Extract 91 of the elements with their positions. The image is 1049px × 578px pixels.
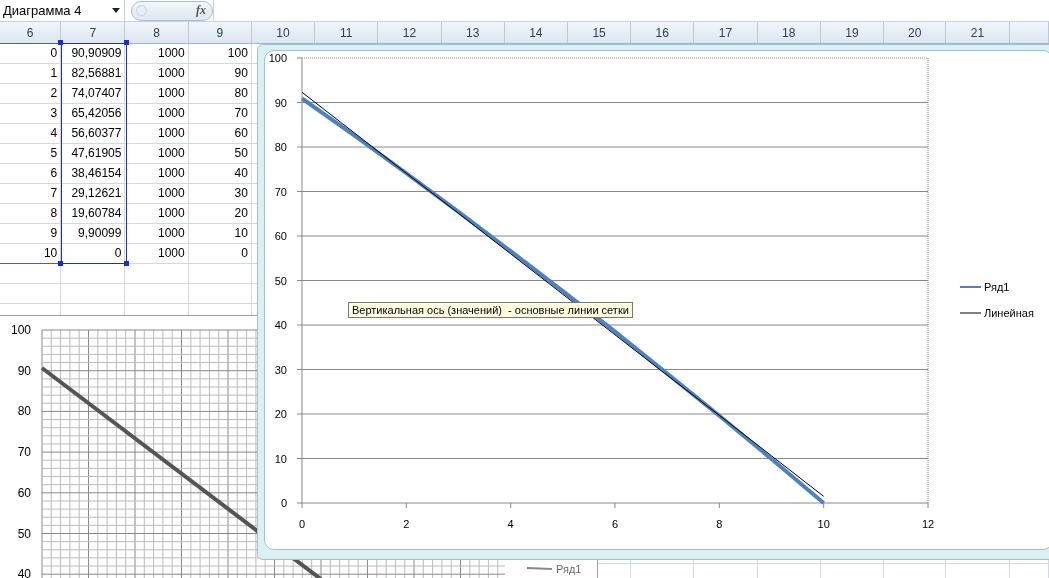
table-cell: 1 <box>0 64 62 84</box>
column-header[interactable]: 9 <box>188 22 252 43</box>
table-cell: 56,60377 <box>61 124 126 144</box>
table-cell: 4 <box>0 124 62 144</box>
column-header[interactable]: 16 <box>631 22 695 43</box>
table-cell: 1000 <box>125 224 189 244</box>
table-cell: 6 <box>0 164 62 184</box>
column-header[interactable]: 19 <box>820 22 885 43</box>
table-cell: 1000 <box>125 124 189 144</box>
axis-label: 40 <box>274 319 287 331</box>
legend-line <box>959 286 982 288</box>
axis-label: 6 <box>611 518 619 530</box>
table-cell: 8 <box>0 204 62 224</box>
table-cell: 1000 <box>125 204 189 224</box>
table-cell: 50 <box>188 144 252 164</box>
table-cell: 80 <box>188 84 252 104</box>
legend-line <box>959 312 982 314</box>
table-cell: 1000 <box>125 144 189 164</box>
table-cell: 5 <box>0 144 62 164</box>
table-cell: 20 <box>188 204 252 224</box>
range-handle[interactable] <box>124 40 129 45</box>
table-cell: 10 <box>188 224 252 244</box>
column-header[interactable]: 14 <box>504 22 568 43</box>
axis-label: 100 <box>10 323 31 337</box>
table-cell: 1000 <box>125 64 189 84</box>
axis-label: 12 <box>921 518 935 530</box>
table-cell: 65,42056 <box>61 104 126 124</box>
table-cell: 7 <box>0 184 62 204</box>
table-cell: 74,07407 <box>61 84 126 104</box>
axis-label: 20 <box>274 408 287 420</box>
axis-label: 80 <box>274 141 287 153</box>
range-handle[interactable] <box>58 261 63 266</box>
column-header[interactable]: 15 <box>567 22 632 43</box>
table-cell: 100 <box>188 44 252 64</box>
column-header[interactable]: 17 <box>694 22 758 43</box>
table-cell: 0 <box>188 244 252 264</box>
dropdown-caret-icon[interactable] <box>112 8 120 13</box>
axis-label: 30 <box>274 363 287 376</box>
axis-label: 70 <box>274 185 287 198</box>
axis-label: 4 <box>507 518 514 530</box>
table-cell: 1000 <box>125 84 189 104</box>
legend-label: Линейная <box>984 307 1034 319</box>
legend-label: Ряд1 <box>984 281 1010 293</box>
table-cell: 19,60784 <box>61 204 126 224</box>
axis-label: 10 <box>274 452 287 465</box>
table-cell: 9 <box>0 224 62 244</box>
table-cell: 1000 <box>125 104 189 124</box>
axis-label: 8 <box>716 518 723 530</box>
table-cell: 60 <box>188 124 252 144</box>
column-header[interactable]: 12 <box>378 22 442 43</box>
table-cell: 1000 <box>125 184 189 204</box>
axis-label: 100 <box>268 52 287 64</box>
column-header[interactable]: 18 <box>757 22 821 43</box>
table-cell: 70 <box>188 104 252 124</box>
range-handle[interactable] <box>58 40 63 45</box>
axis-label: 40 <box>17 567 31 578</box>
formula-bar-button[interactable]: fx <box>131 0 213 21</box>
table-cell: 29,12621 <box>61 184 126 204</box>
axis-label: 90 <box>17 363 31 378</box>
axis-label: 60 <box>17 485 31 500</box>
table-cell: 38,46154 <box>61 164 126 184</box>
axis-label: 50 <box>274 274 287 287</box>
column-header[interactable]: 20 <box>884 22 947 43</box>
axis-label: 80 <box>17 404 31 419</box>
legend-label: Ряд1 <box>556 563 582 575</box>
tooltip: Вертикальная ось (значений) - основные линии сетки <box>348 302 633 318</box>
table-cell: 3 <box>0 104 62 124</box>
axis-label: 60 <box>274 230 287 242</box>
axis-label: 0 <box>298 518 306 530</box>
name-box[interactable]: Диаграмма 4 <box>0 0 125 21</box>
axis-label: 90 <box>274 96 287 109</box>
column-header[interactable]: 21 <box>946 22 1010 43</box>
axis-label: 50 <box>17 526 31 541</box>
table-cell: 0 <box>0 44 62 64</box>
column-header[interactable]: 10 <box>251 22 316 43</box>
column-header[interactable]: 13 <box>441 22 505 43</box>
table-cell: 82,56881 <box>61 64 126 84</box>
table-cell: 47,61905 <box>61 144 126 164</box>
axis-label: 2 <box>403 518 410 530</box>
table-cell: 30 <box>188 184 252 204</box>
table-cell: 90 <box>188 64 252 84</box>
column-header[interactable]: 11 <box>315 22 379 43</box>
legend-line <box>526 567 553 570</box>
table-cell: 9,90099 <box>61 224 126 244</box>
axis-label: 10 <box>817 518 830 530</box>
table-cell: 40 <box>188 164 252 184</box>
table-cell: 2 <box>0 84 62 104</box>
range-handle[interactable] <box>124 261 129 266</box>
table-cell: 1000 <box>125 164 189 184</box>
axis-label: 0 <box>280 497 287 509</box>
axis-label: 70 <box>17 445 31 460</box>
